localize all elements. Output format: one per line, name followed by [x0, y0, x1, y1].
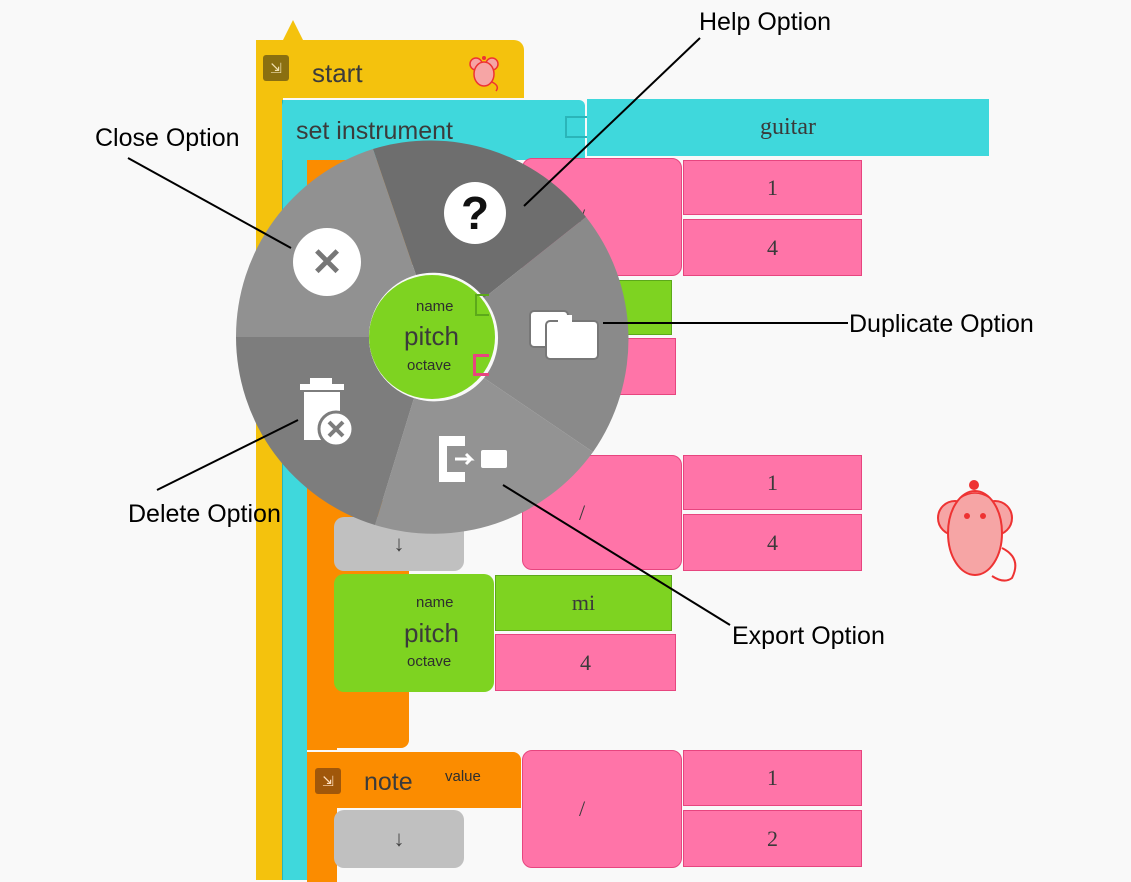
export-option-annotation: Export Option [732, 622, 885, 650]
help-option-annotation: Help Option [699, 8, 832, 36]
duplicate-option-annotation: Duplicate Option [849, 310, 1034, 338]
delete-option-annotation: Delete Option [128, 500, 281, 528]
close-option-annotation: Close Option [95, 124, 240, 152]
